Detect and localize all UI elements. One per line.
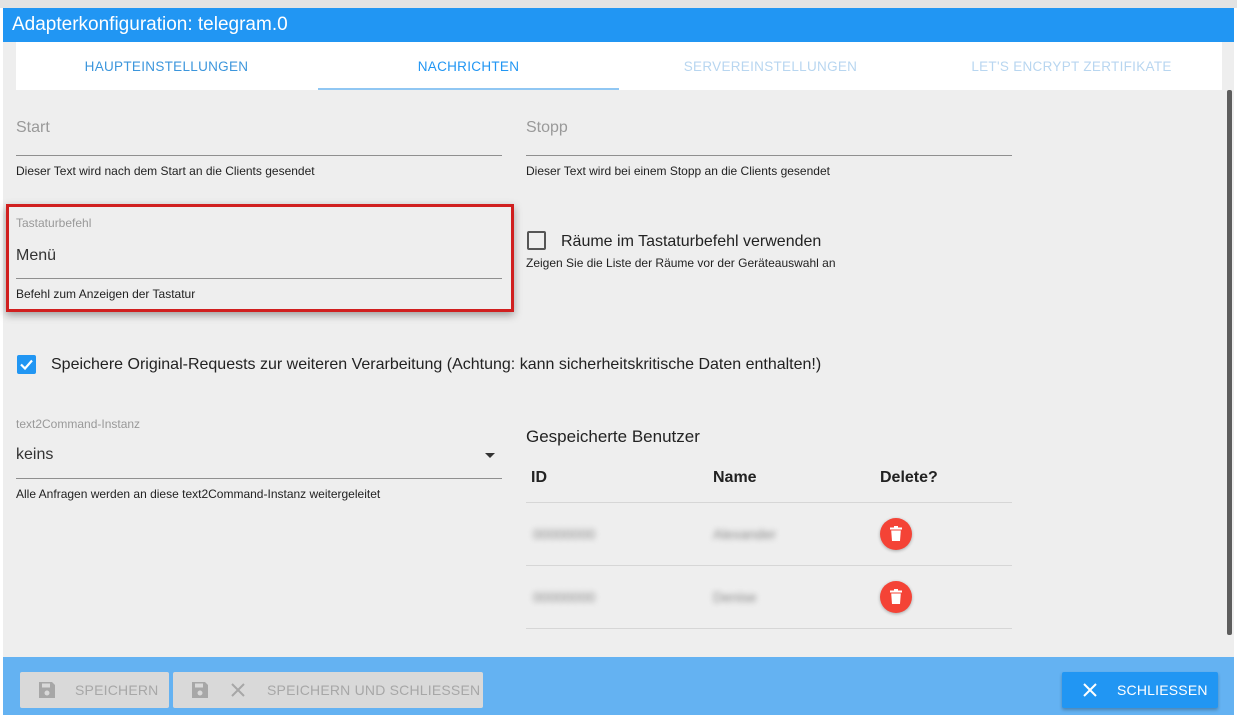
dialog-content: HAUPTEINSTELLUNGEN NACHRICHTEN SERVEREIN… xyxy=(3,42,1234,657)
start-input-underline xyxy=(16,155,502,156)
text2command-underline xyxy=(16,478,502,479)
save-raw-checkbox[interactable] xyxy=(17,355,36,374)
table-row-divider xyxy=(526,565,1012,566)
floppy-disk-icon xyxy=(39,682,55,698)
user-id: 00000000 xyxy=(533,589,596,605)
floppy-disk-icon xyxy=(192,682,208,698)
column-header-delete: Delete? xyxy=(880,469,938,486)
trash-icon xyxy=(890,589,902,604)
tab-lets-encrypt[interactable]: LET'S ENCRYPT ZERTIFIKATE xyxy=(921,42,1222,90)
user-name: Alexander xyxy=(713,526,777,542)
close-icon xyxy=(1083,683,1097,697)
checkmark-icon xyxy=(20,359,33,371)
tab-indicator xyxy=(318,88,619,90)
rooms-checkbox-label: Räume im Tastaturbefehl verwenden xyxy=(561,233,822,250)
saved-users-title: Gespeicherte Benutzer xyxy=(526,427,700,446)
tab-nachrichten[interactable]: NACHRICHTEN xyxy=(318,42,619,90)
stop-input[interactable]: Stopp xyxy=(526,119,568,137)
close-icon xyxy=(231,683,245,697)
rooms-checkbox[interactable] xyxy=(527,231,546,250)
start-helper-text: Dieser Text wird nach dem Start an die C… xyxy=(16,164,315,178)
text2command-label: text2Command-Instanz xyxy=(16,417,141,431)
stop-input-underline xyxy=(526,155,1012,156)
table-row-divider xyxy=(526,628,1012,629)
column-header-id: ID xyxy=(531,469,547,486)
table-header-divider xyxy=(526,502,1012,503)
start-input[interactable]: Start xyxy=(16,119,50,137)
close-button[interactable]: SCHLIESSEN xyxy=(1062,672,1218,708)
text2command-helper: Alle Anfragen werden an diese text2Comma… xyxy=(16,487,381,501)
save-button-label: SPEICHERN xyxy=(75,682,159,698)
tab-haupteinstellungen[interactable]: HAUPTEINSTELLUNGEN xyxy=(16,42,317,90)
save-and-close-label: SPEICHERN UND SCHLIESSEN xyxy=(267,682,481,698)
delete-user-button[interactable] xyxy=(880,518,912,550)
tab-bar: HAUPTEINSTELLUNGEN NACHRICHTEN SERVEREIN… xyxy=(16,42,1222,90)
user-id: 00000000 xyxy=(533,526,596,542)
rooms-helper-text: Zeigen Sie die Liste der Räume vor der G… xyxy=(526,256,836,270)
scrollbar[interactable] xyxy=(1227,90,1232,635)
trash-icon xyxy=(890,526,902,541)
dialog-footer: SPEICHERN SPEICHERN UND SCHLIESSEN SCHLI… xyxy=(3,657,1234,715)
tab-servereinstellungen[interactable]: SERVEREINSTELLUNGEN xyxy=(620,42,921,90)
highlight-box xyxy=(6,204,514,312)
save-button[interactable]: SPEICHERN xyxy=(20,672,169,708)
stop-helper-text: Dieser Text wird bei einem Stopp an die … xyxy=(526,164,830,178)
delete-user-button[interactable] xyxy=(880,581,912,613)
save-raw-checkbox-label: Speichere Original-Requests zur weiteren… xyxy=(51,356,822,373)
close-button-label: SCHLIESSEN xyxy=(1117,682,1208,698)
user-name: Denise xyxy=(713,589,757,605)
save-and-close-button[interactable]: SPEICHERN UND SCHLIESSEN xyxy=(173,672,483,708)
dialog-title: Adapterkonfiguration: telegram.0 xyxy=(3,8,1234,42)
window-top-strip xyxy=(0,0,1237,8)
dropdown-arrow-icon[interactable] xyxy=(485,453,495,458)
text2command-select[interactable]: keins xyxy=(16,446,53,464)
column-header-name: Name xyxy=(713,469,757,486)
